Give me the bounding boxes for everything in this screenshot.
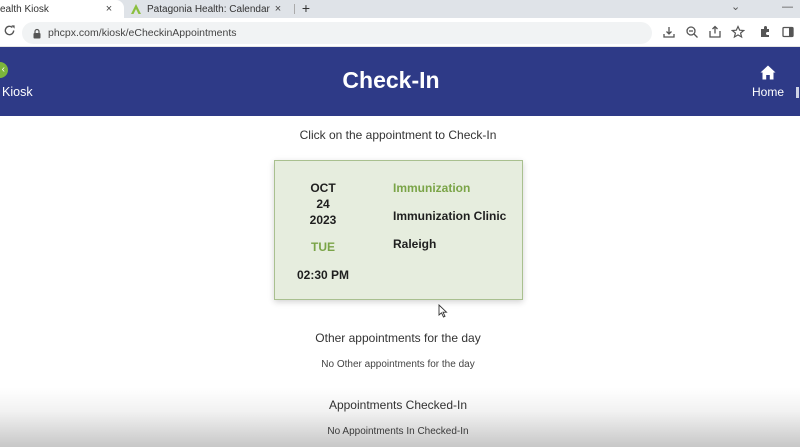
truncated-header-item: [796, 87, 799, 98]
appointment-type: Immunization: [393, 181, 471, 195]
share-icon[interactable]: [708, 25, 722, 39]
checked-in-empty: No Appointments In Checked-In: [327, 426, 469, 437]
mouse-cursor-icon: [438, 304, 448, 318]
browser-toolbar: phcpx.com/kiosk/eCheckinAppointments: [0, 18, 800, 47]
appointment-card[interactable]: OCT 24 2023 TUE 02:30 PM Immunization Im…: [274, 160, 523, 300]
instruction-text: Click on the appointment to Check-In: [299, 128, 497, 142]
appointment-details: Immunization Immunization Clinic Raleigh: [393, 180, 521, 252]
tab-health-kiosk[interactable]: ealth Kiosk ×: [0, 0, 124, 18]
reload-icon: [4, 25, 15, 36]
tab-close-icon[interactable]: ×: [102, 3, 116, 15]
appointment-clinic: Immunization Clinic: [393, 209, 507, 223]
other-appointments-empty: No Other appointments for the day: [321, 359, 475, 370]
patagonia-favicon-icon: [131, 4, 141, 14]
appointment-time: 02:30 PM: [296, 268, 350, 282]
sidepanel-icon[interactable]: [781, 25, 795, 39]
new-tab-button[interactable]: +: [298, 0, 314, 18]
appointment-location: Raleigh: [393, 237, 437, 251]
appointment-day: 24: [316, 197, 330, 211]
tab-separator: [294, 4, 295, 14]
home-button[interactable]: Home: [748, 65, 788, 101]
tab-title: Patagonia Health: Calendar: [147, 3, 270, 15]
appointment-weekday: TUE: [311, 240, 335, 254]
tab-search-icon[interactable]: ⌄: [731, 0, 740, 18]
checked-in-heading: Appointments Checked-In: [328, 398, 468, 412]
page-title: Check-In: [342, 67, 440, 93]
tab-close-icon[interactable]: ×: [271, 3, 285, 15]
extensions-icon[interactable]: [758, 25, 772, 39]
appointment-date: OCT 24 2023 TUE 02:30 PM: [281, 180, 365, 283]
home-icon: [760, 65, 776, 80]
appointment-month: OCT: [310, 181, 336, 195]
address-bar[interactable]: phcpx.com/kiosk/eCheckinAppointments: [22, 22, 652, 44]
home-label: Home: [751, 85, 784, 99]
tab-patagonia-calendar[interactable]: Patagonia Health: Calendar ×: [127, 0, 291, 18]
app-header: ‹ Kiosk Check-In Home: [0, 47, 800, 116]
browser-tab-strip: ealth Kiosk × Patagonia Health: Calendar…: [0, 0, 800, 18]
minimize-icon[interactable]: —: [782, 0, 793, 18]
reload-button[interactable]: [3, 24, 17, 40]
zoom-icon[interactable]: [685, 25, 699, 39]
appointment-year: 2023: [309, 213, 337, 227]
site-info-icon[interactable]: [32, 28, 42, 39]
url-text: phcpx.com/kiosk/eCheckinAppointments: [48, 27, 237, 39]
download-icon[interactable]: [662, 25, 676, 39]
other-appointments-heading: Other appointments for the day: [315, 331, 481, 345]
bottom-shadow-overlay: [0, 387, 800, 447]
star-icon[interactable]: [731, 25, 745, 39]
